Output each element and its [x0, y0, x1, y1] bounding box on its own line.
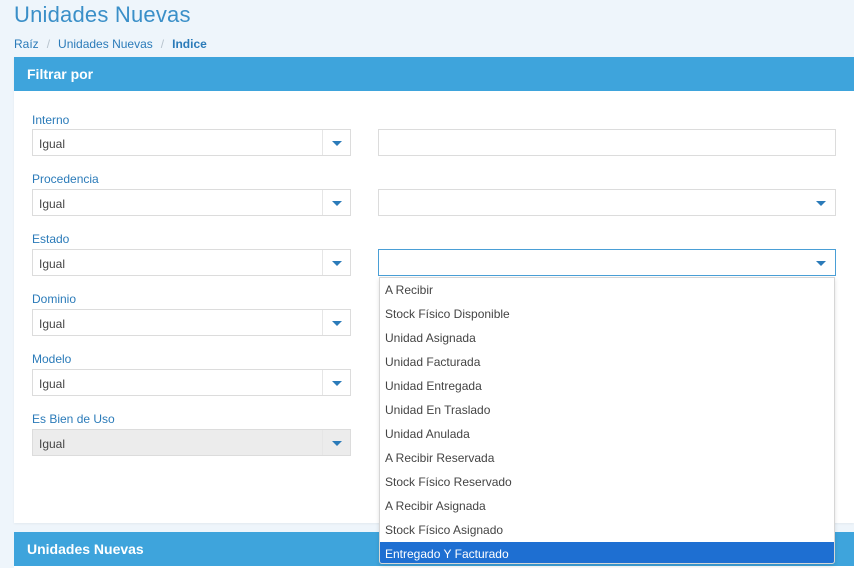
- bien-de-uso-operator-value: Igual: [39, 437, 66, 451]
- estado-option[interactable]: Entregado Y Facturado: [380, 542, 834, 563]
- bien-de-uso-operator-select[interactable]: Igual: [32, 429, 351, 456]
- filter-panel-title: Filtrar por: [14, 57, 854, 91]
- estado-option[interactable]: Unidad Entregada: [380, 374, 834, 398]
- modelo-operator-select[interactable]: Igual: [32, 369, 351, 396]
- dominio-operator-select[interactable]: Igual: [32, 309, 351, 336]
- chevron-down-icon: [332, 321, 342, 326]
- estado-option[interactable]: A Recibir Asignada: [380, 494, 834, 518]
- bien-de-uso-label: Es Bien de Uso: [32, 412, 115, 426]
- bien-de-uso-operator-toggle[interactable]: [322, 430, 350, 455]
- chevron-down-icon: [332, 141, 342, 146]
- estado-operator-toggle[interactable]: [322, 250, 350, 275]
- breadcrumb-separator: /: [46, 37, 51, 51]
- estado-option[interactable]: Unidad Facturada: [380, 350, 834, 374]
- interno-operator-toggle[interactable]: [322, 130, 350, 155]
- procedencia-operator-toggle[interactable]: [322, 190, 350, 215]
- dominio-operator-toggle[interactable]: [322, 310, 350, 335]
- dominio-label: Dominio: [32, 292, 77, 306]
- chevron-down-icon: [816, 261, 826, 266]
- estado-option[interactable]: A Recibir: [380, 278, 834, 302]
- procedencia-operator-value: Igual: [39, 197, 66, 211]
- procedencia-label: Procedencia: [32, 172, 99, 186]
- estado-option[interactable]: Unidad En Traslado: [380, 398, 834, 422]
- estado-option[interactable]: Unidad Anulada: [380, 422, 834, 446]
- estado-operator-select[interactable]: Igual: [32, 249, 351, 276]
- interno-value-input[interactable]: [378, 129, 836, 156]
- breadcrumb: Raíz / Unidades Nuevas / Indice: [14, 37, 207, 51]
- estado-option[interactable]: Stock Físico Reservado: [380, 470, 834, 494]
- modelo-operator-toggle[interactable]: [322, 370, 350, 395]
- estado-option[interactable]: Stock Físico Disponible: [380, 302, 834, 326]
- interno-label: Interno: [32, 113, 70, 127]
- breadcrumb-current: Indice: [172, 37, 207, 51]
- procedencia-operator-select[interactable]: Igual: [32, 189, 351, 216]
- dominio-operator-value: Igual: [39, 317, 66, 331]
- modelo-label: Modelo: [32, 352, 72, 366]
- breadcrumb-section-link[interactable]: Unidades Nuevas: [58, 37, 153, 51]
- chevron-down-icon: [332, 261, 342, 266]
- interno-operator-select[interactable]: Igual: [32, 129, 351, 156]
- estado-value-toggle[interactable]: [807, 250, 835, 275]
- page-title: Unidades Nuevas: [14, 2, 191, 27]
- estado-label: Estado: [32, 232, 70, 246]
- estado-option[interactable]: Unidad Asignada: [380, 326, 834, 350]
- estado-value-select[interactable]: [378, 249, 836, 276]
- estado-option[interactable]: Stock Físico Asignado: [380, 518, 834, 542]
- estado-operator-value: Igual: [39, 257, 66, 271]
- chevron-down-icon: [332, 201, 342, 206]
- breadcrumb-separator: /: [160, 37, 165, 51]
- interno-operator-value: Igual: [39, 137, 66, 151]
- chevron-down-icon: [332, 441, 342, 446]
- procedencia-value-select[interactable]: [378, 189, 836, 216]
- chevron-down-icon: [816, 201, 826, 206]
- modelo-operator-value: Igual: [39, 377, 66, 391]
- estado-option[interactable]: A Recibir Reservada: [380, 446, 834, 470]
- procedencia-value-toggle[interactable]: [807, 190, 835, 215]
- estado-dropdown-list: A Recibir Stock Físico Disponible Unidad A…: [379, 277, 835, 564]
- breadcrumb-root-link[interactable]: Raíz: [14, 37, 39, 51]
- chevron-down-icon: [332, 381, 342, 386]
